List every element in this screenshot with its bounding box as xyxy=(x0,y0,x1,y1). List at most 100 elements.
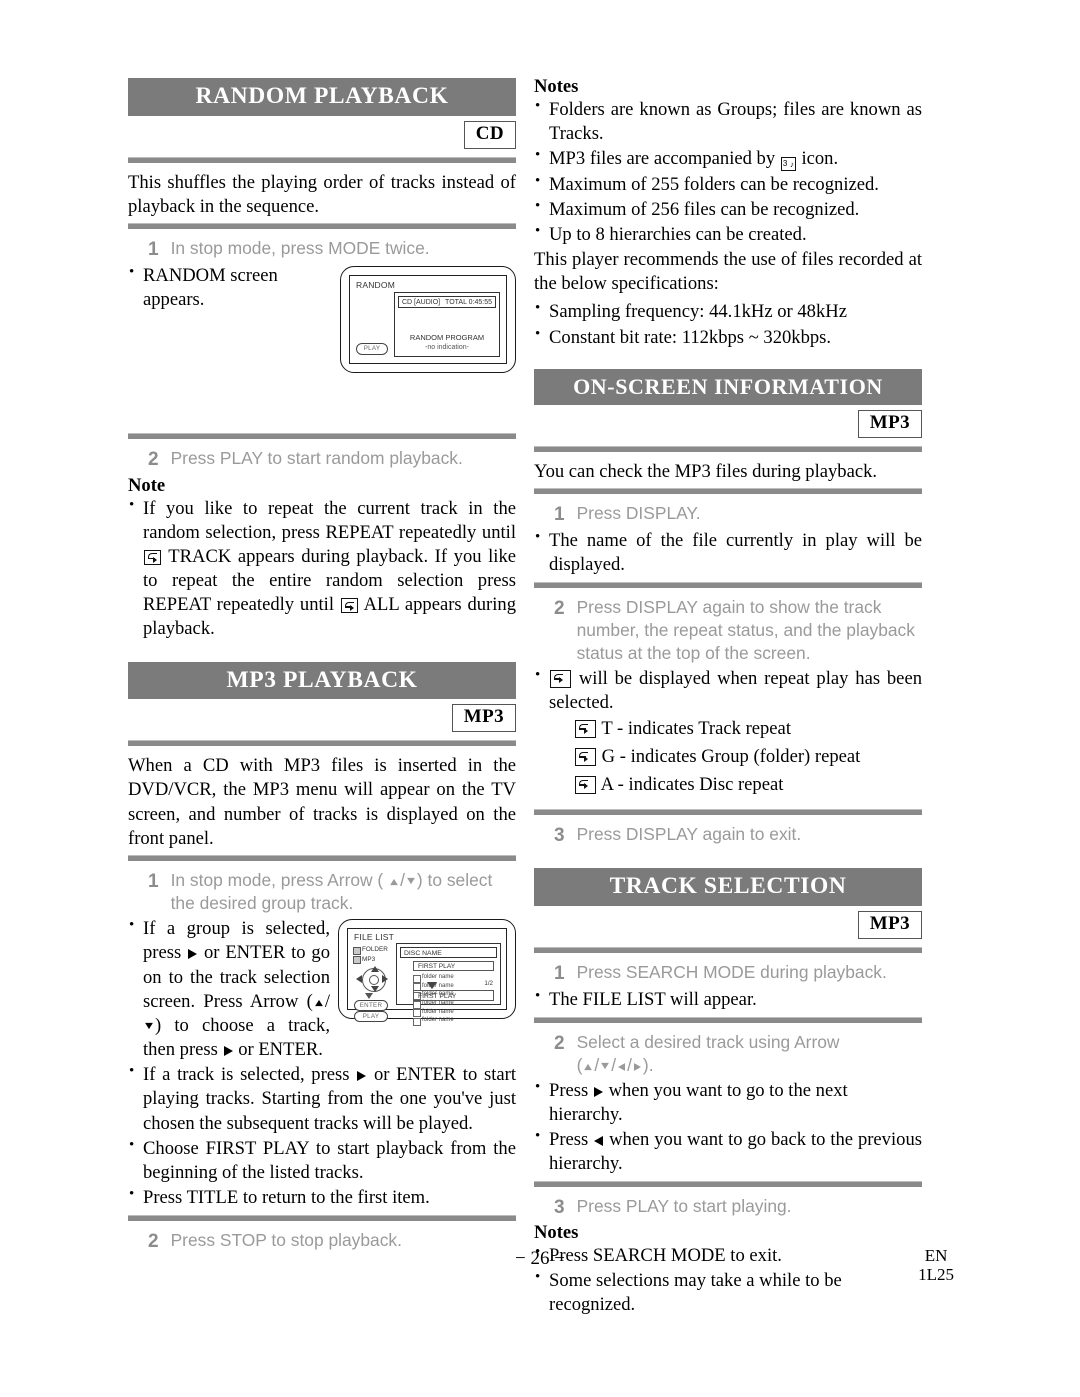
list-item: RANDOM screen appears. xyxy=(128,264,516,312)
step-osi-3: 3 Press DISPLAY again to exit. xyxy=(534,823,922,848)
step-number: 1 xyxy=(554,963,565,985)
media-badge-mp3: MP3 xyxy=(857,409,922,438)
arrow-right-icon xyxy=(633,1062,641,1071)
arrow-left-icon xyxy=(618,1062,626,1071)
ts-bullet-list-1: The FILE LIST will appear. xyxy=(534,987,922,1012)
note-text-b: icon. xyxy=(801,148,839,170)
media-badge-mp3: MP3 xyxy=(451,704,516,733)
repeat-icon xyxy=(575,720,596,739)
divider-rule xyxy=(534,1016,922,1023)
step-number: 2 xyxy=(554,597,565,619)
step-text: Select a desired track using Arrow (/ / /)… xyxy=(576,1031,840,1075)
section-title-track-selection: TRACK SELECTION xyxy=(534,868,922,907)
bullet-text-d: or ENTER. xyxy=(238,1039,323,1061)
section-title-on-screen-information: ON-SCREEN INFORMATION xyxy=(534,368,922,405)
footer-doc-code: 1L25 xyxy=(918,1265,954,1285)
list-item: Press TITLE to return to the first item. xyxy=(128,1185,516,1210)
arrow-right-icon xyxy=(223,1046,233,1057)
list-item: will be displayed when repeat play has b… xyxy=(534,666,922,715)
step-random-1: 1 In stop mode, press MODE twice. xyxy=(128,237,516,262)
list-item: Maximum of 256 files can be recognized. xyxy=(534,197,922,222)
media-badge-cd: CD xyxy=(463,120,516,149)
arrow-left-icon xyxy=(594,1136,604,1147)
badge-row-track-selection: MP3 xyxy=(534,909,922,943)
badge-row-osi: MP3 xyxy=(534,408,922,442)
step-number: 3 xyxy=(554,825,565,847)
step-text: Press PLAY to start playing. xyxy=(576,1195,792,1216)
divider-rule xyxy=(534,581,922,588)
step-number: 2 xyxy=(148,449,159,471)
right-column: Notes Folders are known as Groups; files… xyxy=(534,76,922,1318)
list-item: MP3 files are accompanied by 3♪ icon. xyxy=(534,146,922,172)
arrow-down-icon xyxy=(407,877,415,885)
manual-page: RANDOM PLAYBACK CD This shuffles the pla… xyxy=(0,0,1080,1397)
step-text: Press DISPLAY. xyxy=(576,502,701,523)
random-intro-text: This shuffles the playing order of track… xyxy=(128,171,516,217)
divider-rule xyxy=(128,1215,516,1222)
step-text: In stop mode, press Arrow ( /) to select… xyxy=(170,869,493,914)
random-bullet-list: RANDOM screen appears. xyxy=(128,264,516,312)
badge-row-random: CD xyxy=(128,119,516,153)
random-screen-play-button: PLAY xyxy=(356,343,388,356)
step-number: 3 xyxy=(554,1196,565,1218)
random-screen-program-label: RANDOM PROGRAM xyxy=(409,333,485,343)
step-number: 2 xyxy=(554,1032,565,1054)
random-screen-no-indication: -no indication- xyxy=(425,344,469,352)
step-text-a: In stop mode, press Arrow ( xyxy=(170,869,384,890)
bullet-text-b: when you want to go back to the previous… xyxy=(549,1129,922,1175)
divider-rule xyxy=(128,740,516,747)
step-text: Press PLAY to start random playback. xyxy=(170,448,463,469)
step-number: 1 xyxy=(148,870,159,892)
repeat-icon xyxy=(340,598,358,614)
repeat-legend-track: T - indicates Track repeat xyxy=(534,716,922,743)
note-text-part1: If you like to repeat the current track … xyxy=(143,497,516,543)
step-osi-2: 2 Press DISPLAY again to show the track … xyxy=(534,596,922,665)
step-mp3-1: 1 In stop mode, press Arrow ( /) to sele… xyxy=(128,869,516,915)
step-text: Press DISPLAY again to exit. xyxy=(576,824,802,845)
section-title-random-playback: RANDOM PLAYBACK xyxy=(128,78,516,116)
repeat-legend-text: G - indicates Group (folder) repeat xyxy=(601,746,861,768)
notes-spec-list: Sampling frequency: 44.1kHz or 48kHz Con… xyxy=(534,299,922,350)
divider-rule xyxy=(128,854,516,861)
list-item: Folders are known as Groups; files are k… xyxy=(534,97,922,146)
list-item: If a group is selected, press or ENTER t… xyxy=(128,917,516,1062)
section-title-mp3-playback: MP3 PLAYBACK xyxy=(128,661,516,700)
divider-rule xyxy=(128,156,516,163)
step-ts-2: 2 Select a desired track using Arrow (/ /… xyxy=(534,1031,922,1077)
left-column: RANDOM PLAYBACK CD This shuffles the pla… xyxy=(128,78,516,1257)
list-item: If a track is selected, press or ENTER t… xyxy=(128,1062,516,1136)
media-badge-mp3: MP3 xyxy=(857,911,922,940)
divider-rule xyxy=(128,223,516,230)
repeat-icon xyxy=(575,776,596,795)
arrow-up-icon xyxy=(390,878,398,886)
note-heading: Note xyxy=(128,474,166,496)
repeat-icon xyxy=(550,670,571,689)
notes-heading-bottom: Notes xyxy=(534,1221,579,1243)
bullet-text-a: Press xyxy=(549,1129,589,1151)
footer-lang-code: EN xyxy=(924,1246,948,1265)
divider-rule xyxy=(534,947,922,954)
repeat-legend-disc: A - indicates Disc repeat xyxy=(534,772,922,799)
bullet-text: will be displayed when repeat play has b… xyxy=(549,668,922,714)
step-text-c: ). xyxy=(642,1054,654,1075)
arrow-down-icon xyxy=(601,1062,610,1069)
mp3-intro-text: When a CD with MP3 files is inserted in … xyxy=(128,755,516,849)
step-text-a: Select a desired track using Arrow xyxy=(576,1031,840,1052)
mp3-bullet-list: If a group is selected, press or ENTER t… xyxy=(128,917,516,1210)
badge-row-mp3: MP3 xyxy=(128,702,516,736)
list-item: Constant bit rate: 112kbps ~ 320kbps. xyxy=(534,325,922,350)
filelist-screen-wrap: FILE LIST FOLDER MP3 ENTER PLAY DISC NAM… xyxy=(128,917,516,1211)
osi-bullet-list-1: The name of the file currently in play w… xyxy=(534,528,922,577)
divider-rule xyxy=(534,1180,922,1187)
step-number: 1 xyxy=(554,503,565,525)
notes-paragraph: This player recommends the use of files … xyxy=(534,249,922,295)
repeat-legend-group: G - indicates Group (folder) repeat xyxy=(534,744,922,771)
random-screen-wrap: RANDOM CD [AUDIO] TOTAL 0:45:55 RANDOM P… xyxy=(128,264,516,375)
repeat-icon xyxy=(575,748,596,767)
step-text-b: ( xyxy=(576,1054,583,1075)
list-item: Maximum of 255 folders can be recognized… xyxy=(534,172,922,197)
osi-intro-text: You can check the MP3 files during playb… xyxy=(534,460,878,482)
divider-rule xyxy=(128,433,516,440)
step-osi-1: 1 Press DISPLAY. xyxy=(534,502,922,527)
step-ts-3: 3 Press PLAY to start playing. xyxy=(534,1195,922,1220)
